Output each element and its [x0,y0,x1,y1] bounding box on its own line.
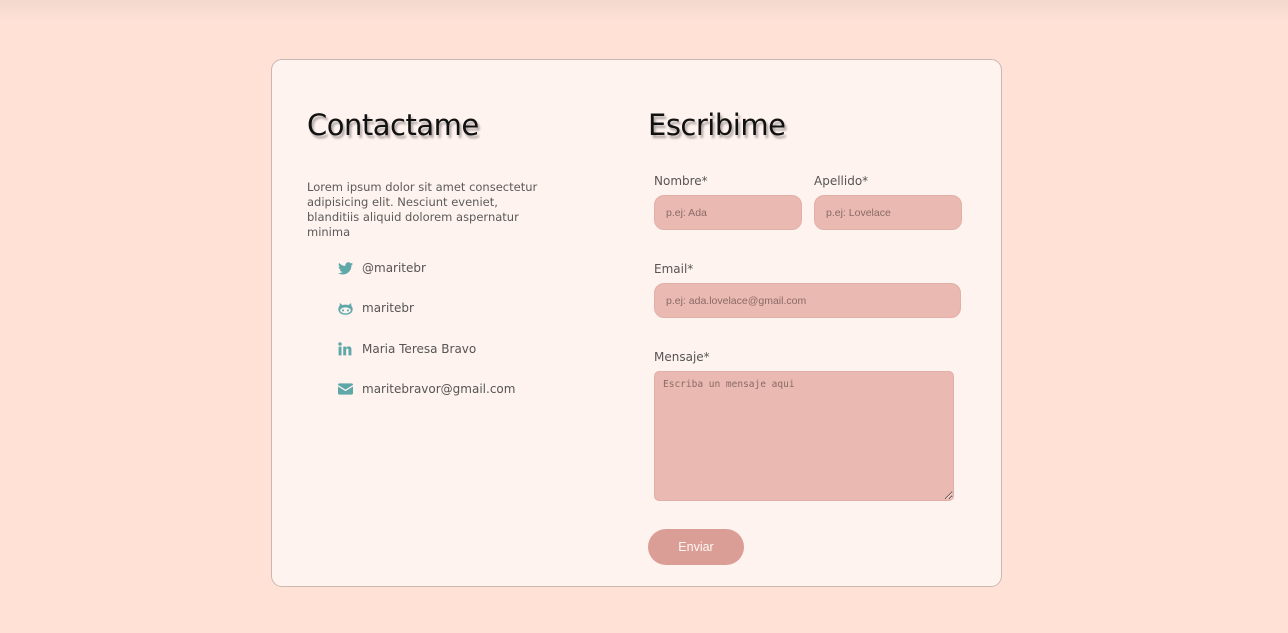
github-icon [337,300,353,316]
github-username: maritebr [362,301,414,315]
linkedin-link[interactable]: Maria Teresa Bravo [337,340,476,358]
mensaje-label: Mensaje* [654,350,710,364]
contact-title: Contactame [307,108,479,142]
twitter-handle: @maritebr [362,261,426,275]
contact-description: Lorem ipsum dolor sit amet consectetur a… [307,180,538,239]
email-input[interactable] [654,283,961,318]
send-button[interactable]: Enviar [648,529,744,565]
apellido-label: Apellido* [814,174,869,188]
twitter-icon [337,260,353,276]
envelope-icon [337,381,353,397]
mensaje-textarea[interactable] [654,371,954,501]
email-label: Email* [654,262,694,276]
nombre-input[interactable] [654,195,802,230]
github-link[interactable]: maritebr [337,299,414,317]
top-shadow [0,0,1288,22]
twitter-link[interactable]: @maritebr [337,259,426,277]
nombre-label: Nombre* [654,174,708,188]
linkedin-icon [337,341,353,357]
email-link[interactable]: maritebravor@gmail.com [337,380,515,398]
apellido-input[interactable] [814,195,962,230]
form-title: Escribime [648,108,786,142]
contact-card: Contactame Lorem ipsum dolor sit amet co… [271,59,1002,587]
email-address: maritebravor@gmail.com [362,382,516,396]
linkedin-name: Maria Teresa Bravo [362,342,477,356]
